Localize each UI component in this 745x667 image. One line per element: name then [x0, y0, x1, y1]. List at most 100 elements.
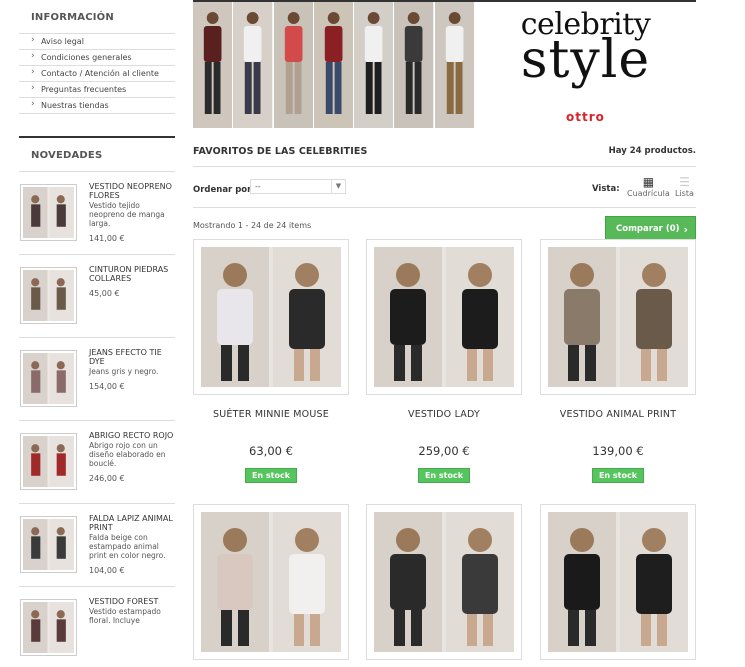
left-sidebar: INFORMACIÓN Aviso legal Condiciones gene…	[19, 0, 175, 667]
product-photo	[548, 512, 688, 652]
novedad-thumbnail[interactable]	[20, 433, 77, 490]
product-card[interactable]: VESTIDO ANIMAL PRINT 139,00 € En stock	[540, 239, 696, 483]
novedad-description: Jeans gris y negro.	[89, 367, 159, 376]
novedad-price: 45,00 €	[89, 289, 120, 298]
novedad-item[interactable]: CINTURON PIEDRAS COLLARES 45,00 €	[19, 254, 175, 337]
novedad-info: JEANS EFECTO TIE DYE Jeans gris y negro. 1…	[89, 348, 175, 391]
sort-select-value: --	[255, 182, 261, 191]
novedad-description: Vestido tejido neopreno de manga larga.	[89, 201, 165, 228]
novedad-info: ABRIGO RECTO ROJO Abrigo rojo con un dise…	[89, 431, 175, 483]
product-photo	[374, 247, 514, 387]
product-photo	[23, 353, 74, 404]
sort-select[interactable]: -- ▼	[250, 179, 346, 194]
product-photo	[23, 519, 74, 570]
novedad-item[interactable]: FALDA LAPIZ ANIMAL PRINT Falda beige con …	[19, 503, 175, 586]
banner-brand: celebrity style ottro	[475, 2, 696, 128]
product-photo	[23, 187, 74, 238]
novedad-name[interactable]: FALDA LAPIZ ANIMAL PRINT	[89, 514, 175, 532]
novedad-thumbnail[interactable]	[20, 516, 77, 573]
info-link-tiendas[interactable]: Nuestras tiendas	[19, 98, 175, 114]
banner-photo	[313, 2, 355, 128]
view-grid-label: Cuadrícula	[627, 189, 670, 198]
sort-label: Ordenar por	[193, 185, 252, 195]
info-block: INFORMACIÓN Aviso legal Condiciones gene…	[19, 0, 175, 114]
product-card[interactable]	[540, 504, 696, 660]
novedades-list: VESTIDO NEOPRENO FLORES Vestido tejido ne…	[19, 171, 175, 667]
novedad-item[interactable]: VESTIDO NEOPRENO FLORES Vestido tejido ne…	[19, 171, 175, 254]
product-name[interactable]: SUÉTER MINNIE MOUSE	[193, 409, 349, 420]
novedad-item[interactable]: JEANS EFECTO TIE DYE Jeans gris y negro. 1…	[19, 337, 175, 420]
sort-bar: Ordenar por -- ▼ Vista: ▦ Cuadrícula ☰ L…	[193, 176, 696, 202]
showing-items: Mostrando 1 - 24 de 24 items	[193, 221, 312, 230]
stock-badge: En stock	[592, 468, 644, 483]
banner-photo-strip	[193, 2, 475, 128]
novedad-name[interactable]: VESTIDO NEOPRENO FLORES	[89, 182, 175, 200]
banner-photo	[394, 2, 435, 128]
view-label: Vista:	[592, 184, 620, 194]
view-list-label: Lista	[675, 189, 694, 198]
product-name[interactable]: VESTIDO ANIMAL PRINT	[540, 409, 696, 420]
product-image[interactable]	[366, 504, 522, 660]
category-banner: celebrity style ottro	[193, 0, 696, 128]
product-photo	[23, 436, 74, 487]
novedad-description: Abrigo rojo con un diseño elaborado en b…	[89, 441, 166, 468]
novedad-item[interactable]: VESTIDO FOREST Vestido estampado floral. …	[19, 586, 175, 667]
novedad-price: 141,00 €	[89, 234, 125, 243]
product-image[interactable]	[540, 504, 696, 660]
novedad-thumbnail[interactable]	[20, 184, 77, 241]
novedad-price: 104,00 €	[89, 566, 125, 575]
product-photo	[201, 512, 341, 652]
novedad-price: 154,00 €	[89, 382, 125, 391]
product-photo	[201, 247, 341, 387]
novedad-thumbnail[interactable]	[20, 350, 77, 407]
product-image[interactable]	[540, 239, 696, 395]
novedad-thumbnail[interactable]	[20, 267, 77, 324]
novedad-name[interactable]: JEANS EFECTO TIE DYE	[89, 348, 175, 366]
product-card[interactable]	[193, 504, 349, 660]
info-link-aviso-legal[interactable]: Aviso legal	[19, 34, 175, 50]
novedad-item[interactable]: ABRIGO RECTO ROJO Abrigo rojo con un dise…	[19, 420, 175, 503]
product-card[interactable]: VESTIDO LADY 259,00 € En stock	[366, 239, 522, 483]
novedad-description: Falda beige con estampado animal print e…	[89, 533, 166, 560]
product-photo	[23, 602, 74, 653]
novedad-name[interactable]: VESTIDO FOREST	[89, 597, 175, 606]
info-links: Aviso legal Condiciones generales Contac…	[19, 33, 175, 114]
view-list-button[interactable]: ☰ Lista	[675, 175, 694, 199]
product-price: 139,00 €	[592, 444, 644, 458]
info-link-condiciones[interactable]: Condiciones generales	[19, 50, 175, 66]
chevron-right-icon: ›	[683, 223, 688, 236]
product-photo	[374, 512, 514, 652]
product-image[interactable]	[193, 239, 349, 395]
novedades-block: NOVEDADES VESTIDO NEOPRENO FLORES Vestido…	[19, 136, 175, 667]
category-title: FAVORITOS DE LAS CELEBRITIES	[193, 145, 368, 157]
novedad-thumbnail[interactable]	[20, 599, 77, 656]
info-link-faq[interactable]: Preguntas frecuentes	[19, 82, 175, 98]
product-card[interactable]: SUÉTER MINNIE MOUSE 63,00 € En stock	[193, 239, 349, 483]
banner-photo	[233, 2, 274, 128]
novedad-description: Vestido estampado floral. Incluye	[89, 607, 161, 625]
grid-icon: ▦	[642, 175, 655, 189]
view-grid-button[interactable]: ▦ Cuadrícula	[627, 175, 670, 199]
product-image[interactable]	[193, 504, 349, 660]
info-link-contacto[interactable]: Contacto / Atención al cliente	[19, 66, 175, 82]
divider	[193, 166, 696, 167]
product-name[interactable]: VESTIDO LADY	[366, 409, 522, 420]
novedad-name[interactable]: CINTURON PIEDRAS COLLARES	[89, 265, 175, 283]
novedad-name[interactable]: ABRIGO RECTO ROJO	[89, 431, 175, 440]
compare-label: Comparar (0)	[616, 224, 680, 234]
product-photo	[548, 247, 688, 387]
novedad-info: CINTURON PIEDRAS COLLARES 45,00 €	[89, 265, 175, 298]
brand-line2: style	[520, 30, 651, 90]
main-content: celebrity style ottro FAVORITOS DE LAS C…	[193, 0, 696, 660]
product-price: 259,00 €	[418, 444, 470, 458]
list-icon: ☰	[679, 175, 690, 189]
ottro-logo: ottro	[566, 110, 605, 124]
stock-badge: En stock	[245, 468, 297, 483]
product-image[interactable]	[366, 239, 522, 395]
novedad-info: VESTIDO NEOPRENO FLORES Vestido tejido ne…	[89, 182, 175, 243]
novedades-title: NOVEDADES	[19, 136, 175, 171]
info-title: INFORMACIÓN	[31, 12, 114, 23]
product-card[interactable]	[366, 504, 522, 660]
novedad-price: 246,00 €	[89, 474, 125, 483]
novedad-info: FALDA LAPIZ ANIMAL PRINT Falda beige con …	[89, 514, 175, 575]
